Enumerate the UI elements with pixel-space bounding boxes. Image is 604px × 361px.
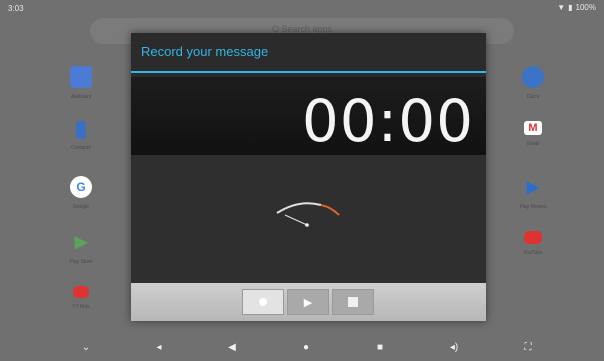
app-assistant[interactable]: Assistant [55, 66, 107, 100]
vu-meter-icon [276, 202, 340, 227]
back-icon[interactable]: ◀ [224, 339, 240, 355]
home-icon[interactable]: ● [298, 339, 314, 355]
play-store-icon: ▶ [74, 234, 88, 251]
youtube-icon [524, 231, 542, 244]
app-youtube-kids[interactable]: YT Kids [55, 286, 107, 310]
stop-button[interactable] [332, 289, 374, 315]
clock-icon [522, 66, 544, 88]
title-divider [131, 71, 486, 73]
gmail-icon: M [524, 121, 542, 135]
app-label: Assistant [70, 94, 92, 100]
play-icon: ▶ [303, 296, 313, 309]
record-dialog: Record your message 00:00 ▶ [131, 33, 486, 321]
record-icon [259, 298, 267, 306]
status-right: ▼ ▮ 100% [557, 3, 596, 12]
app-clock[interactable]: Clock [507, 66, 559, 100]
app-label: Contacts [71, 145, 91, 151]
battery-percent: 100% [575, 3, 596, 12]
app-label: Gmail [526, 141, 540, 147]
assistant-icon [70, 66, 92, 88]
volume-up-icon[interactable]: ◂) [446, 339, 462, 355]
wifi-icon: ▼ [557, 3, 566, 12]
app-label: Play Store [69, 259, 93, 265]
app-google[interactable]: G Google [55, 176, 107, 210]
app-label: YT Kids [72, 304, 90, 310]
play-button[interactable]: ▶ [287, 289, 329, 315]
app-gmail[interactable]: M Gmail [507, 121, 559, 147]
play-movies-icon: ▶ [526, 179, 540, 196]
volume-down-icon[interactable]: ◂ [151, 339, 167, 355]
app-youtube[interactable]: YouTube [507, 231, 559, 256]
google-icon: G [70, 176, 92, 198]
navigation-bar: ⌄ ◂ ◀ ● ■ ◂) ⛶ [0, 333, 604, 361]
dialog-title: Record your message [141, 44, 269, 59]
app-label: YouTube [523, 250, 543, 256]
app-play-store[interactable]: ▶ Play Store [55, 231, 107, 265]
app-label: Clock [526, 94, 540, 100]
chevron-down-icon[interactable]: ⌄ [78, 339, 94, 355]
recents-icon[interactable]: ■ [372, 339, 388, 355]
recorder-controls: ▶ [131, 283, 486, 321]
battery-icon: ▮ [568, 3, 573, 12]
screenshot-icon[interactable]: ⛶ [520, 339, 536, 355]
app-play-movies[interactable]: ▶ Play Movies [507, 176, 559, 210]
stop-icon [348, 297, 358, 307]
status-time: 3:03 [8, 4, 24, 13]
app-contacts[interactable]: Contacts [55, 121, 107, 151]
app-label: Google [72, 204, 90, 210]
level-meter-area [131, 155, 486, 283]
contacts-icon [76, 121, 86, 139]
app-label: Play Movies [519, 204, 547, 210]
record-button[interactable] [242, 289, 284, 315]
status-bar: 3:03 ▼ ▮ 100% [0, 0, 604, 18]
youtube-kids-icon [73, 286, 89, 298]
elapsed-timer: 00:00 [301, 87, 474, 155]
timer-panel: 00:00 [131, 77, 486, 155]
